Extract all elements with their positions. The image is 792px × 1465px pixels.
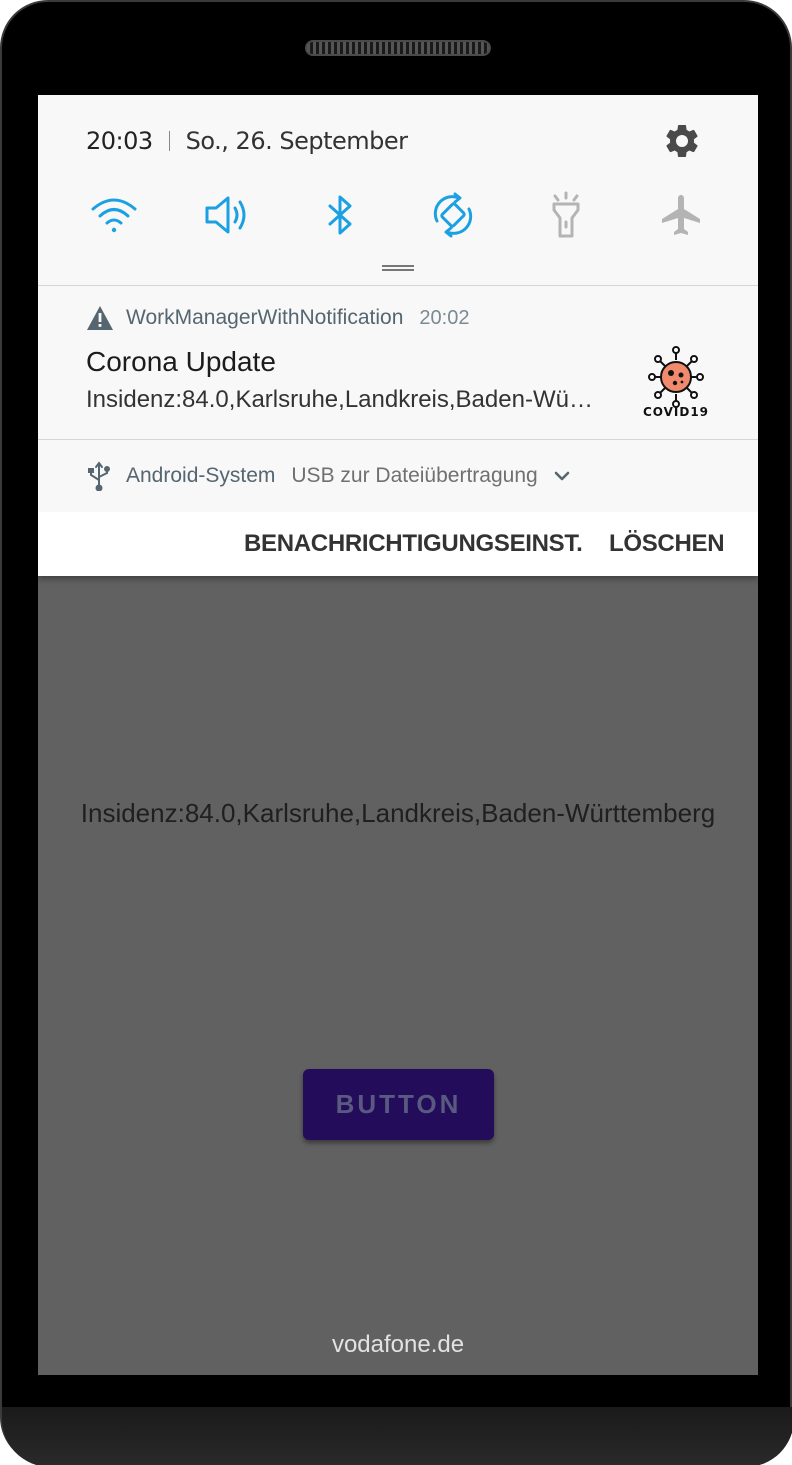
usb-notification-row: Android-System USB zur Dateiübertragung	[86, 460, 572, 492]
clear-all-button[interactable]: LÖSCHEN	[609, 530, 725, 558]
chevron-down-icon[interactable]	[538, 466, 572, 486]
corona-notification[interactable]: WorkManagerWithNotification 20:02 Corona…	[38, 286, 758, 439]
quick-settings	[38, 187, 758, 243]
notification-text: Insidenz:84.0,Karlsruhe,Landkreis,Baden-…	[86, 386, 596, 413]
covid19-icon-label: COVID19	[643, 405, 709, 419]
usb-icon	[88, 461, 110, 491]
bottom-bezel	[2, 1407, 792, 1465]
phone-frame: Insidenz:84.0,Karlsruhe,Landkreis,Baden-…	[0, 0, 792, 1465]
wifi-icon[interactable]	[86, 187, 142, 243]
date: So., 26. September	[185, 127, 408, 155]
status-row: 20:03 So., 26. September	[86, 125, 408, 157]
notification-shade: 20:03 So., 26. September WorkManagerWith…	[38, 95, 758, 576]
covid19-icon: COVID19	[638, 344, 714, 420]
notification-time: 20:02	[419, 306, 470, 329]
clock: 20:03	[86, 127, 153, 155]
notification-settings-button[interactable]: BENACHRICHTIGUNGSEINST.	[244, 530, 583, 558]
bluetooth-icon[interactable]	[312, 187, 368, 243]
gear-icon[interactable]	[662, 121, 702, 161]
flashlight-icon[interactable]	[538, 187, 594, 243]
separator	[168, 131, 170, 151]
auto-rotate-icon[interactable]	[425, 187, 481, 243]
incidence-text: Insidenz:84.0,Karlsruhe,Landkreis,Baden-…	[80, 798, 716, 828]
shade-actions: BENACHRICHTIGUNGSEINST. LÖSCHEN	[38, 512, 758, 576]
usb-notification[interactable]: Android-System USB zur Dateiübertragung	[38, 440, 758, 512]
screen: Insidenz:84.0,Karlsruhe,Landkreis,Baden-…	[38, 95, 758, 1375]
warning-icon	[87, 306, 113, 330]
usb-notification-app-name: Android-System	[126, 464, 276, 487]
carrier-label: vodafone.de	[331, 1331, 465, 1358]
airplane-mode-icon[interactable]	[654, 187, 710, 243]
notification-app-name: WorkManagerWithNotification	[126, 306, 404, 329]
shade-handle[interactable]	[382, 265, 414, 271]
notification-header: WorkManagerWithNotification 20:02	[86, 302, 469, 334]
notification-title: Corona Update	[86, 346, 276, 377]
sound-icon[interactable]	[199, 187, 255, 243]
usb-notification-text: USB zur Dateiübertragung	[291, 464, 538, 487]
main-button[interactable]: BUTTON	[303, 1069, 494, 1140]
speaker-grille	[305, 40, 491, 56]
